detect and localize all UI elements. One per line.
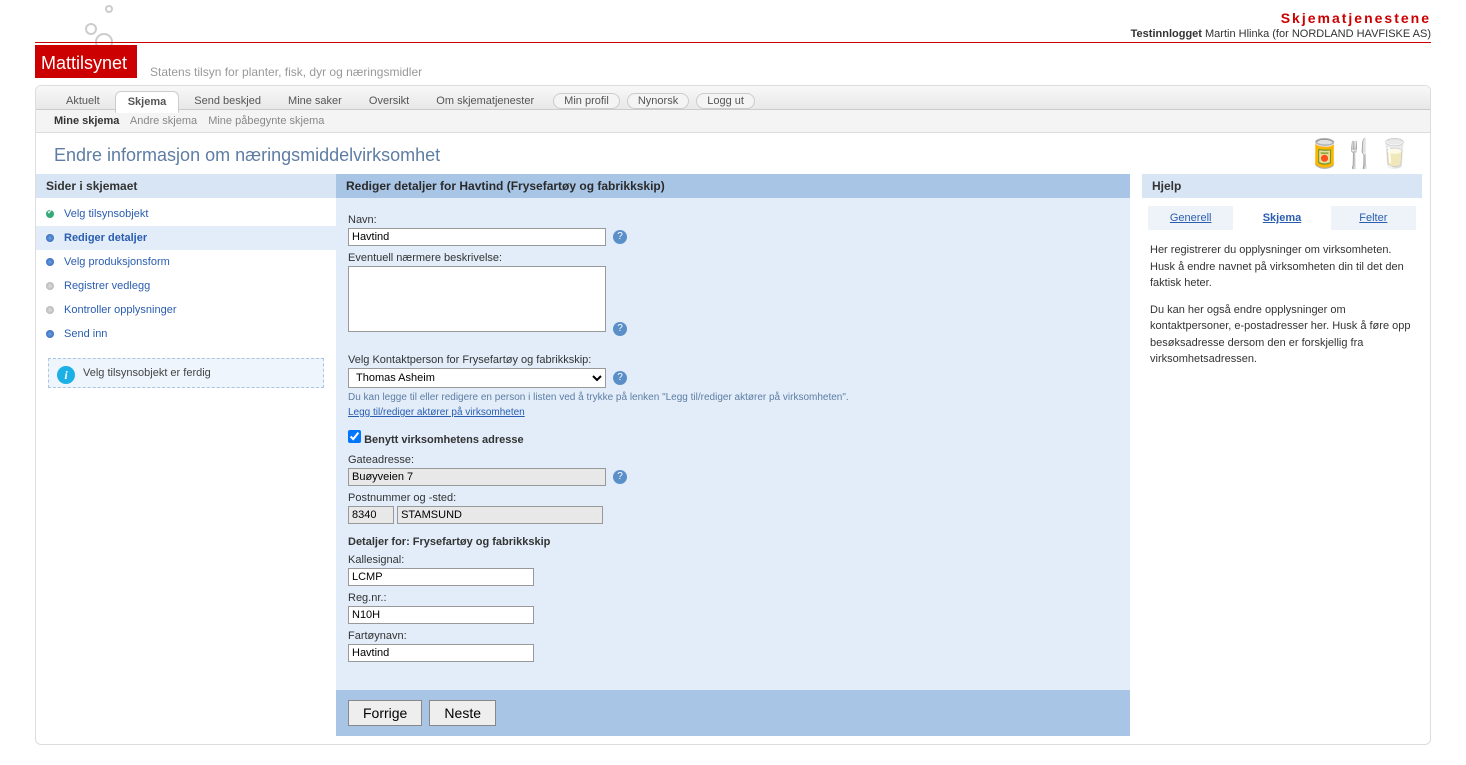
nav-rediger-detaljer[interactable]: Rediger detaljer xyxy=(36,226,336,250)
help-icon[interactable]: ? xyxy=(613,371,627,385)
subtab-mine-pabegynte[interactable]: Mine påbegynte skjema xyxy=(208,115,324,127)
bullet-icon xyxy=(46,234,54,242)
next-button[interactable]: Neste xyxy=(429,700,496,726)
tab-mine-saker[interactable]: Mine saker xyxy=(276,91,354,111)
callsign-input[interactable] xyxy=(348,568,534,586)
tab-aktuelt[interactable]: Aktuelt xyxy=(54,91,112,111)
nav-velg-tilsynsobjekt[interactable]: Velg tilsynsobjekt xyxy=(36,202,336,226)
help-paragraph: Her registrerer du opplysninger om virks… xyxy=(1150,242,1414,292)
contact-select[interactable]: Thomas Asheim xyxy=(348,368,606,388)
page-title: Endre informasjon om næringsmiddelvirkso… xyxy=(54,145,1412,166)
nav-velg-produksjonsform[interactable]: Velg produksjonsform xyxy=(36,250,336,274)
header-icons: 🥫🍴🥛 xyxy=(1307,137,1412,170)
details-heading: Detaljer for: Frysefartøy og fabrikkskip xyxy=(348,536,1118,548)
glass-icon: 🥛 xyxy=(1377,138,1412,169)
divider xyxy=(35,42,1431,43)
subtab-mine-skjema[interactable]: Mine skjema xyxy=(54,115,119,127)
form-heading: Rediger detaljer for Havtind (Frysefartø… xyxy=(336,174,1130,198)
vesselname-label: Fartøynavn: xyxy=(348,630,1118,642)
street-label: Gateadresse: xyxy=(348,454,1118,466)
tab-skjema[interactable]: Skjema xyxy=(115,91,180,113)
arrow-right-icon xyxy=(334,228,346,248)
contact-hint: Du kan legge til eller redigere en perso… xyxy=(348,392,1118,403)
nav-kontroller-opplysninger[interactable]: Kontroller opplysninger xyxy=(36,298,336,322)
logo: Mattilsynet xyxy=(35,45,137,78)
regnr-input[interactable] xyxy=(348,606,534,624)
post-label: Postnummer og -sted: xyxy=(348,492,1118,504)
postplace-input xyxy=(397,506,603,524)
nav-send-inn[interactable]: Send inn xyxy=(36,322,336,346)
regnr-label: Reg.nr.: xyxy=(348,592,1118,604)
postnr-input xyxy=(348,506,394,524)
service-title: Skjematjenestene xyxy=(1131,10,1431,26)
edit-actors-link[interactable]: Legg til/rediger aktører på virksomheten xyxy=(348,407,525,418)
check-icon xyxy=(46,210,54,218)
fork-icon: 🍴 xyxy=(1342,138,1377,169)
can-icon: 🥫 xyxy=(1307,138,1342,169)
help-tab-generell[interactable]: Generell xyxy=(1148,206,1233,230)
bullet-icon xyxy=(46,306,54,314)
street-input xyxy=(348,468,606,486)
prev-button[interactable]: Forrige xyxy=(348,700,422,726)
bullet-icon xyxy=(46,330,54,338)
tab-send-beskjed[interactable]: Send beskjed xyxy=(182,91,273,111)
use-address-label: Benytt virksomhetens adresse xyxy=(364,434,524,446)
tab-nynorsk[interactable]: Nynorsk xyxy=(627,93,689,109)
bullet-icon xyxy=(46,258,54,266)
help-icon[interactable]: ? xyxy=(613,470,627,484)
main-tabs: Aktuelt Skjema Send beskjed Mine saker O… xyxy=(36,86,1430,110)
callsign-label: Kallesignal: xyxy=(348,554,1118,566)
vesselname-input[interactable] xyxy=(348,644,534,662)
desc-label: Eventuell nærmere beskrivelse: xyxy=(348,252,1118,264)
sidebar-heading: Sider i skjemaet xyxy=(36,174,336,198)
description-textarea[interactable] xyxy=(348,266,606,332)
subtab-andre-skjema[interactable]: Andre skjema xyxy=(130,115,197,127)
use-address-checkbox[interactable] xyxy=(348,430,361,443)
tab-om-skjematjenester[interactable]: Om skjematjenester xyxy=(424,91,546,111)
tab-oversikt[interactable]: Oversikt xyxy=(357,91,421,111)
help-heading: Hjelp xyxy=(1142,174,1422,198)
contact-label: Velg Kontaktperson for Frysefartøy og fa… xyxy=(348,354,1118,366)
info-icon: i xyxy=(57,366,75,384)
nav-registrer-vedlegg[interactable]: Registrer vedlegg xyxy=(36,274,336,298)
tagline: Statens tilsyn for planter, fisk, dyr og… xyxy=(150,65,422,79)
info-message: i Velg tilsynsobjekt er ferdig xyxy=(48,358,324,388)
bullet-icon xyxy=(46,282,54,290)
help-paragraph: Du kan her også endre opplysninger om ko… xyxy=(1150,302,1414,368)
help-icon[interactable]: ? xyxy=(613,322,627,336)
login-info: Testinnlogget Martin Hlinka (for NORDLAN… xyxy=(1131,28,1431,40)
name-label: Navn: xyxy=(348,214,1118,226)
help-tab-felter[interactable]: Felter xyxy=(1331,206,1416,230)
tab-min-profil[interactable]: Min profil xyxy=(553,93,620,109)
help-tab-skjema[interactable]: Skjema xyxy=(1239,206,1324,230)
help-icon[interactable]: ? xyxy=(613,230,627,244)
name-input[interactable] xyxy=(348,228,606,246)
sub-tabs: Mine skjema Andre skjema Mine påbegynte … xyxy=(36,110,1430,133)
tab-logg-ut[interactable]: Logg ut xyxy=(696,93,755,109)
